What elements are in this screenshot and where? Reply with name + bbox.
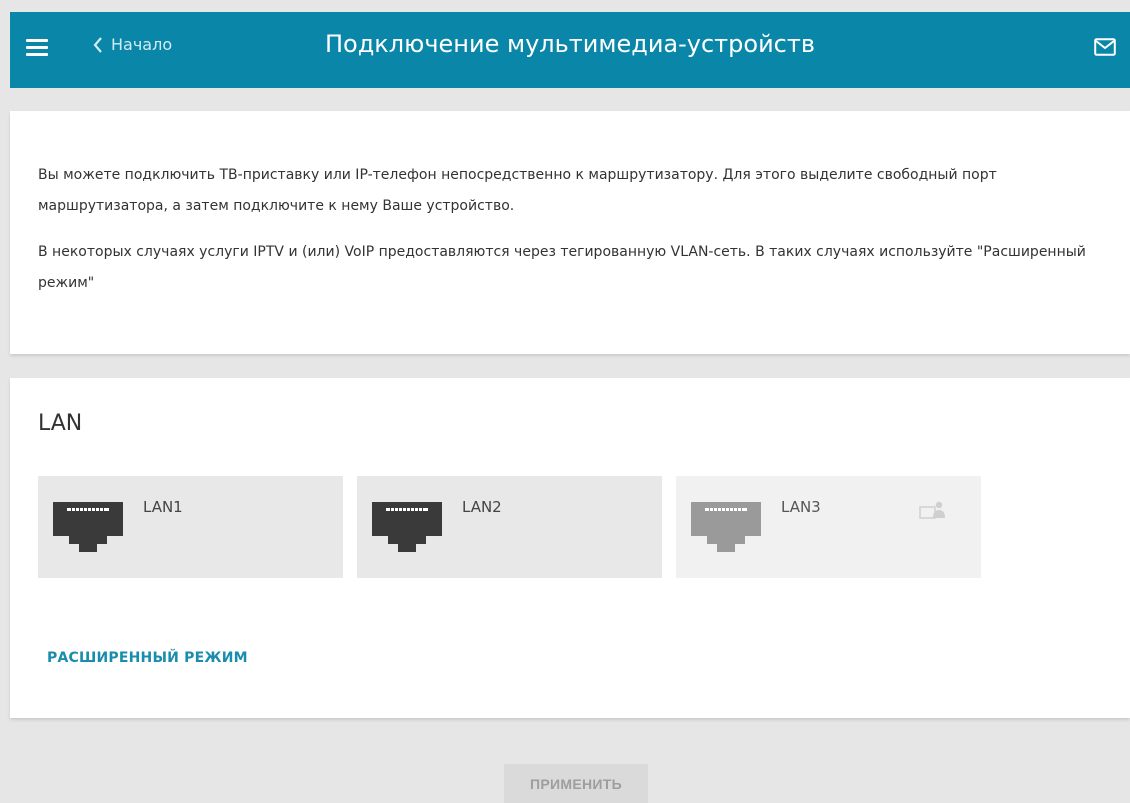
ethernet-port-icon xyxy=(53,502,123,552)
device-icon xyxy=(919,501,945,519)
app-header: Начало Подключение мультимедиа-устройств xyxy=(10,12,1130,88)
lan-port-list: LAN1 LAN2 LAN3 xyxy=(38,476,981,578)
back-home-link[interactable]: Начало xyxy=(93,35,172,54)
back-link-label: Начало xyxy=(111,35,173,54)
footer-bar: ПРИМЕНИТЬ xyxy=(10,727,1130,803)
ethernet-port-icon xyxy=(372,502,442,552)
ethernet-port-icon xyxy=(691,502,761,552)
lan-port-label: LAN1 xyxy=(143,498,183,516)
lan-port-2[interactable]: LAN2 xyxy=(357,476,662,578)
lan-port-3[interactable]: LAN3 xyxy=(676,476,981,578)
advanced-mode-link[interactable]: РАСШИРЕННЫЙ РЕЖИМ xyxy=(47,650,248,666)
lan-port-label: LAN3 xyxy=(781,498,821,516)
lan-port-label: LAN2 xyxy=(462,498,502,516)
lan-section-title: LAN xyxy=(38,411,83,436)
page-title: Подключение мультимедиа-устройств xyxy=(324,30,815,58)
chevron-left-icon xyxy=(93,36,102,53)
lan-port-1[interactable]: LAN1 xyxy=(38,476,343,578)
mail-icon[interactable] xyxy=(1094,38,1116,60)
hamburger-menu-icon[interactable] xyxy=(26,39,48,57)
info-paragraph-2: В некоторых случаях услуги IPTV и (или) … xyxy=(38,244,1086,291)
info-paragraph-1: Вы можете подключить ТВ-приставку или IP… xyxy=(38,167,997,214)
info-card: Вы можете подключить ТВ-приставку или IP… xyxy=(10,111,1130,354)
apply-button[interactable]: ПРИМЕНИТЬ xyxy=(504,764,648,803)
info-text: Вы можете подключить ТВ-приставку или IP… xyxy=(38,160,1098,299)
lan-card: LAN LAN1 LAN2 LAN3 РАСШИРЕННЫЙ РЕЖИМ xyxy=(10,378,1130,718)
